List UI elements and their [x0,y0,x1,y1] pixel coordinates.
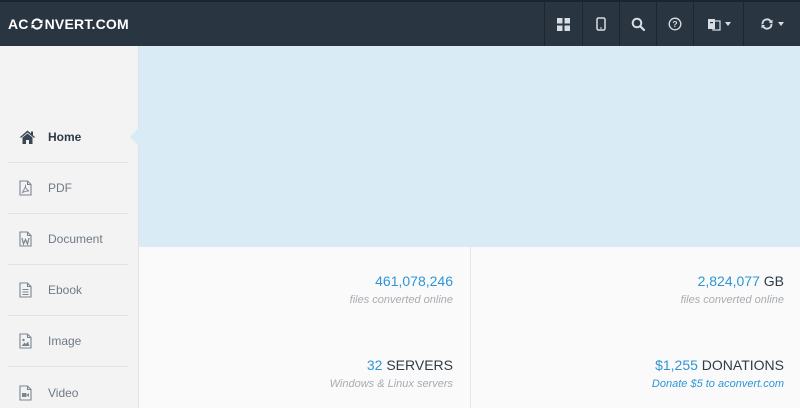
stat-unit: DONATIONS [701,357,784,373]
stat-files-converted: 461,078,246 files converted online [139,273,469,306]
refresh-icon [761,18,773,30]
stat-number: 461,078,246 [375,273,453,289]
apps-grid-button[interactable] [544,2,582,46]
stat-number: 32 [366,357,383,373]
sidebar-item-label: Video [48,385,79,400]
chevron-down-icon [778,22,784,26]
stat-caption: files converted online [680,294,784,306]
stat-value: 461,078,246 [139,273,453,289]
logo-text-right: NVERT.COM [44,16,129,32]
help-button[interactable]: ? [656,2,693,46]
hero-banner [139,46,800,247]
pdf-file-icon [8,180,38,196]
sidebar-item-image[interactable]: Image [8,316,128,367]
sidebar-item-ebook[interactable]: Ebook [8,265,128,316]
stats-divider [470,247,471,408]
sidebar-item-label: Image [48,334,82,348]
language-dropdown-button[interactable] [693,2,743,46]
stat-servers: 32 SERVERS Windows & Linux servers [139,357,469,390]
chevron-down-icon [724,22,731,26]
converter-dropdown-button[interactable] [743,2,800,46]
sidebar-item-label: Ebook [48,283,83,297]
ebook-file-icon [8,282,38,298]
stat-value: $1,255 DONATIONS [470,357,784,373]
site-logo[interactable]: AC NVERT.COM [8,16,129,32]
sidebar-item-label: Document [48,232,103,246]
logo-text-left: AC [8,16,29,32]
logo-refresh-icon [31,18,43,30]
sidebar: Home PDF Document Ebook Image Video [0,46,139,408]
language-icon [707,19,721,31]
sidebar-item-home[interactable]: Home [8,112,128,163]
stat-caption: files converted online [349,294,453,306]
search-icon [631,17,645,31]
toolbar: ? [544,2,800,46]
search-button[interactable] [619,2,656,46]
grid-icon [557,17,570,31]
stat-donations: $1,255 DONATIONS Donate $5 to aconvert.c… [470,357,800,390]
sidebar-item-label: Home [48,130,82,144]
sidebar-item-label: PDF [48,181,72,195]
help-icon: ? [668,17,682,31]
video-file-icon [8,384,38,401]
tablet-icon [596,17,606,31]
svg-text:?: ? [672,19,677,29]
home-icon [8,130,38,145]
stat-data-converted: 2,824,077 GB files converted online [470,273,800,306]
stat-caption: Windows & Linux servers [329,378,453,390]
sidebar-item-document[interactable]: Document [8,214,128,265]
donate-link[interactable]: Donate $5 to aconvert.com [470,378,784,390]
stat-unit: SERVERS [386,357,453,373]
stat-value: 32 SERVERS [139,357,453,373]
active-item-pointer [130,127,139,147]
top-bar: AC NVERT.COM ? [0,0,800,46]
stat-value: 2,824,077 GB [470,273,784,289]
stat-unit: GB [763,273,784,289]
word-document-icon [8,231,38,247]
sidebar-item-video[interactable]: Video [8,367,128,408]
stat-number: $1,255 [655,357,698,373]
image-file-icon [8,333,38,349]
stat-number: 2,824,077 [697,273,760,289]
mobile-view-button[interactable] [582,2,619,46]
sidebar-item-pdf[interactable]: PDF [8,163,128,214]
